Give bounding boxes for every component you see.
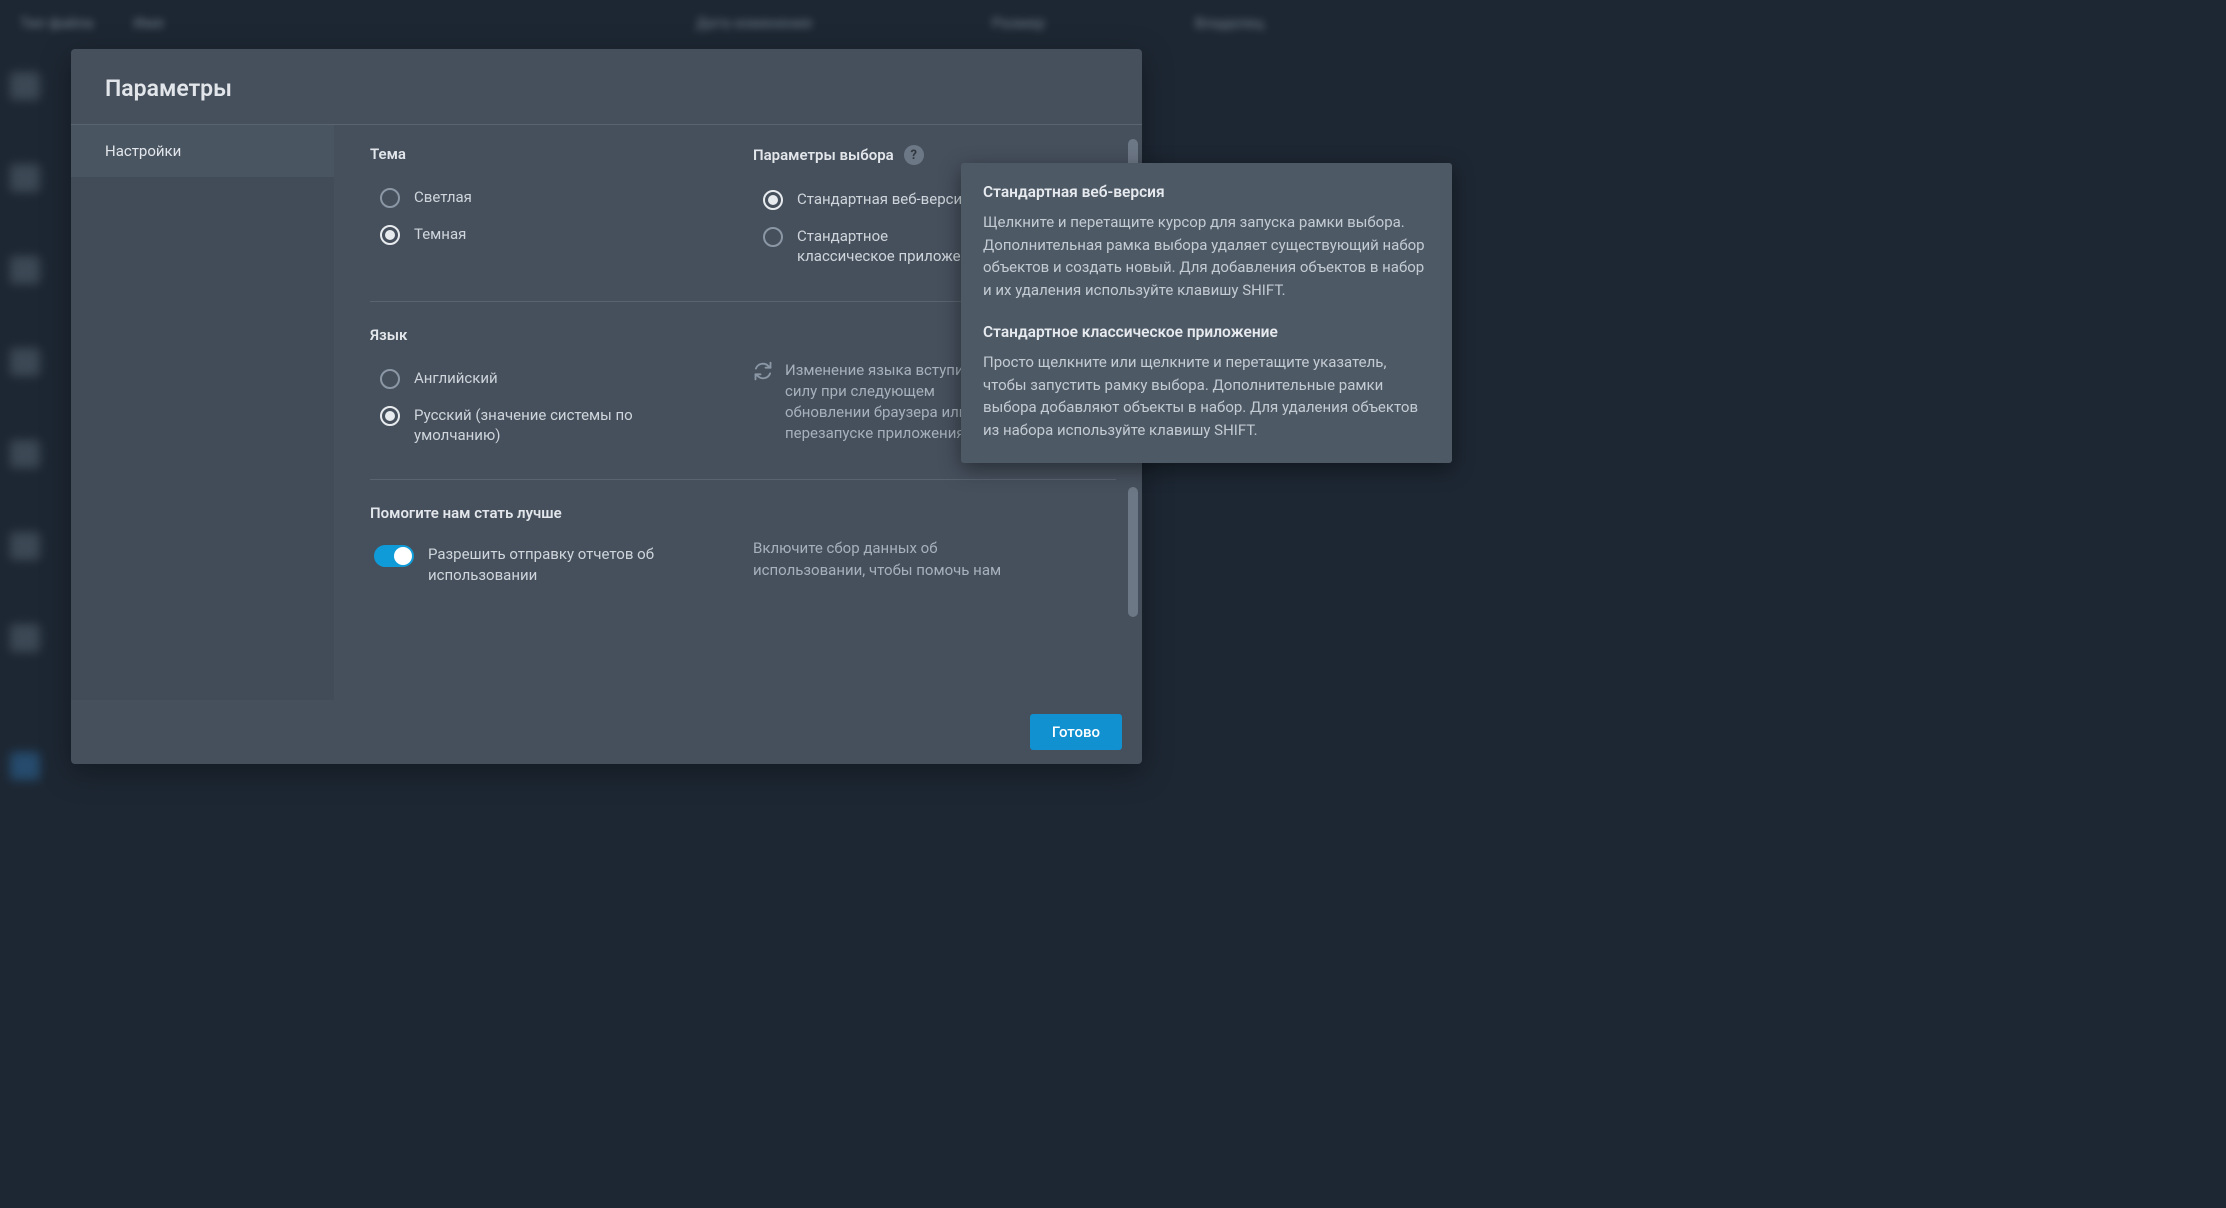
radio-label: Стандартная веб-версия	[797, 189, 970, 209]
col-modified: Дата изменения	[696, 14, 812, 40]
col-name: Имя	[134, 14, 164, 40]
col-owner: Владелец	[1195, 14, 1264, 40]
language-english-option[interactable]: Английский	[370, 360, 733, 397]
sidebar-item-label: Настройки	[105, 142, 181, 160]
tooltip-title-classic: Стандартное классическое приложение	[983, 323, 1430, 341]
radio-icon	[763, 227, 783, 247]
toggle-label: Разрешить отправку отчетов об использова…	[428, 544, 678, 586]
modal-footer: Готово	[71, 700, 1142, 764]
theme-dark-option[interactable]: Темная	[370, 216, 733, 253]
radio-icon	[380, 225, 400, 245]
language-russian-option[interactable]: Русский (значение системы по умолчанию)	[370, 397, 733, 454]
modal-sidebar: Настройки	[71, 125, 334, 700]
file-list-rows	[10, 60, 70, 780]
done-button[interactable]: Готово	[1030, 714, 1122, 750]
radio-label: Английский	[414, 368, 498, 388]
radio-label: Темная	[414, 224, 466, 244]
refresh-icon	[753, 361, 773, 381]
col-filetype: Тип файла	[20, 14, 94, 40]
theme-heading: Тема	[370, 145, 733, 163]
usage-reports-toggle[interactable]	[374, 545, 414, 567]
radio-label: Светлая	[414, 187, 472, 207]
usage-reports-description: Включите сбор данных об использовании, ч…	[753, 538, 1013, 582]
help-icon[interactable]: ?	[904, 145, 924, 165]
file-list-header: Тип файла Имя Дата изменения Размер Влад…	[0, 14, 1484, 40]
tooltip-body-web: Щелкните и перетащите курсор для запуска…	[983, 211, 1430, 301]
col-size: Размер	[992, 14, 1045, 40]
radio-label: Стандартное классическое приложение	[797, 226, 987, 267]
theme-light-option[interactable]: Светлая	[370, 179, 733, 216]
tooltip-body-classic: Просто щелкните или щелкните и перетащит…	[983, 351, 1430, 441]
help-us-heading: Помогите нам стать лучше	[370, 504, 1116, 522]
radio-icon	[380, 188, 400, 208]
radio-icon	[380, 369, 400, 389]
modal-header: Параметры	[71, 49, 1142, 125]
tooltip-title-web: Стандартная веб-версия	[983, 183, 1430, 201]
sidebar-item-settings[interactable]: Настройки	[71, 125, 334, 177]
modal-title: Параметры	[105, 75, 1108, 102]
selection-help-tooltip: Стандартная веб-версия Щелкните и перета…	[961, 163, 1452, 463]
radio-icon	[380, 406, 400, 426]
radio-label: Русский (значение системы по умолчанию)	[414, 405, 684, 446]
selection-heading: Параметры выбора ?	[753, 145, 1116, 165]
radio-icon	[763, 190, 783, 210]
